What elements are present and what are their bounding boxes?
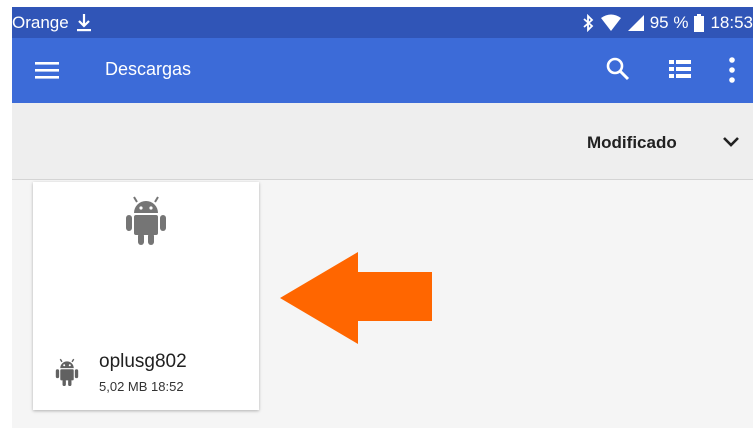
sort-bar: Modificado — [12, 103, 753, 180]
android-icon — [126, 196, 166, 245]
status-bar-right: 95 % 18:53 — [582, 13, 753, 33]
wifi-icon — [600, 14, 621, 31]
clock: 18:53 — [710, 12, 753, 32]
carrier-label: Orange — [12, 12, 69, 32]
file-card[interactable]: oplusg802 5,02 MB 18:52 — [33, 182, 259, 410]
download-icon — [76, 13, 91, 31]
status-bar-left: Orange — [12, 13, 93, 33]
left-arrow-annotation — [280, 252, 432, 344]
status-bar: Orange 95 % 18:53 — [12, 7, 753, 38]
file-name: oplusg802 — [99, 351, 187, 372]
list-view-icon[interactable] — [668, 57, 692, 81]
menu-icon[interactable] — [34, 57, 60, 83]
file-meta: 5,02 MB 18:52 — [99, 379, 184, 394]
sort-dropdown-label[interactable]: Modificado — [587, 133, 677, 153]
chevron-down-icon[interactable] — [722, 135, 740, 149]
search-icon[interactable] — [605, 56, 631, 82]
battery-level: 95 % — [649, 12, 689, 32]
more-icon[interactable] — [728, 56, 736, 84]
page-title: Descargas — [105, 59, 192, 79]
android-icon — [55, 358, 79, 386]
battery-icon — [694, 13, 705, 32]
app-bar: Descargas — [12, 38, 753, 103]
signal-icon — [627, 14, 644, 31]
bluetooth-icon — [583, 13, 594, 32]
